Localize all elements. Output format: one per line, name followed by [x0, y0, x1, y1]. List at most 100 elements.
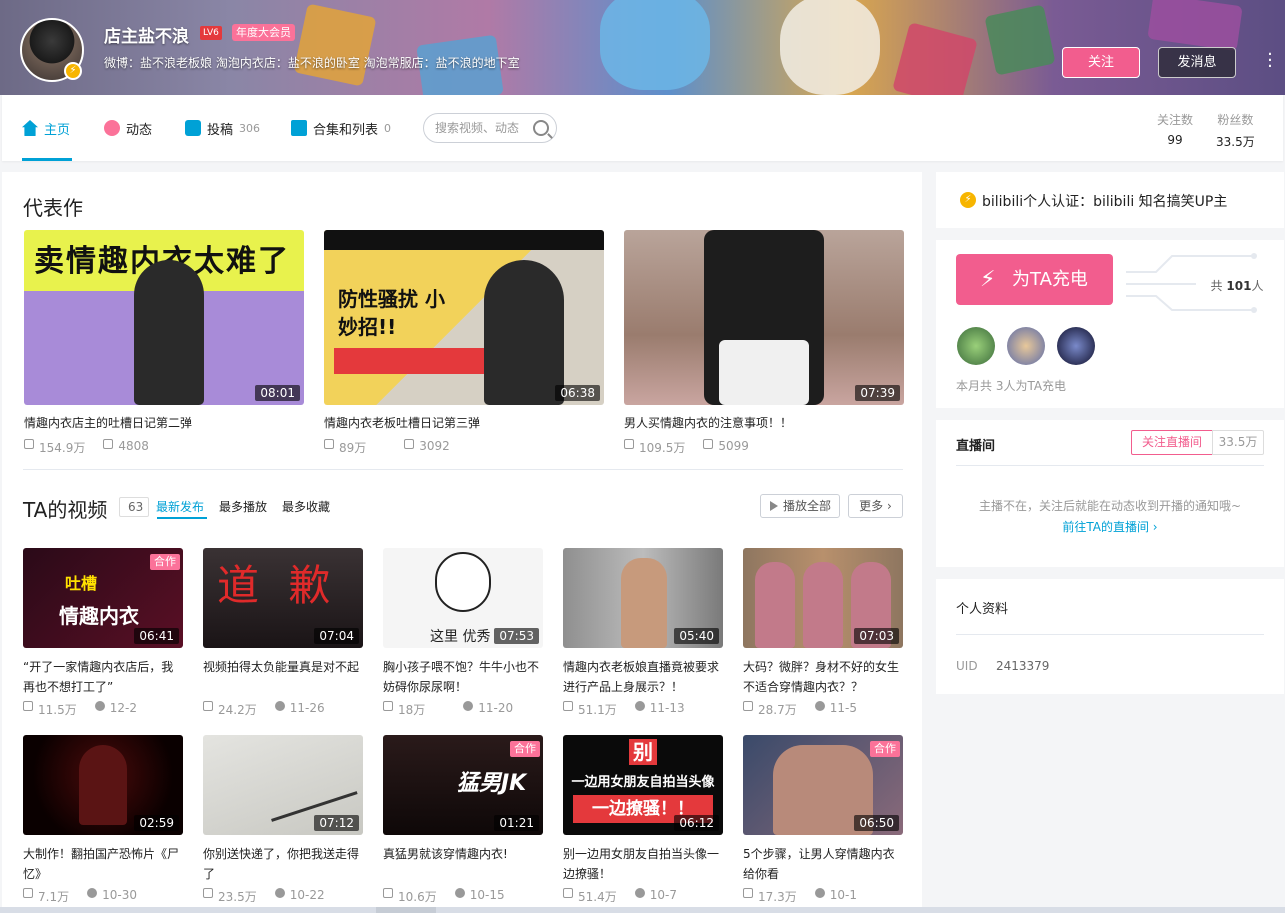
- video-thumbnail[interactable]: 猛男JK 合作 01:21: [383, 735, 543, 835]
- video-title[interactable]: 5个步骤，让男人穿情趣内衣给你看: [743, 844, 903, 884]
- video-meta: 24.2万 11-26: [203, 701, 363, 718]
- tab-dynamic[interactable]: 动态: [104, 95, 152, 161]
- certification-text: bilibili个人认证：bilibili 知名搞笑UP主: [982, 194, 1228, 210]
- tab-latest[interactable]: 最新发布: [156, 498, 204, 515]
- video-title[interactable]: 别一边用女朋友自拍当头像一边撩骚！: [563, 844, 723, 884]
- scrollbar-thumb[interactable]: [376, 907, 436, 913]
- goto-live-link[interactable]: 前往TA的直播间 ›: [936, 518, 1284, 535]
- video-thumbnail[interactable]: 07:03: [743, 548, 903, 648]
- play-count: 10.6万: [398, 890, 437, 904]
- play-count: 18万: [398, 703, 426, 717]
- video-thumbnail[interactable]: 02:59: [23, 735, 183, 835]
- vip-badge: 年度大会员: [232, 24, 295, 41]
- video-thumbnail[interactable]: 07:39: [624, 230, 904, 405]
- charge-card: ⚡ 为TA充电 共 101人 本月共 3人为TA充电: [936, 240, 1284, 408]
- representative-item[interactable]: 防性骚扰 小妙招!! 06:38 情趣内衣老板吐槽日记第三弹 89万 3092: [324, 230, 604, 456]
- video-thumbnail[interactable]: 情趣内衣 吐槽 合作 06:41: [23, 548, 183, 648]
- video-meta: 11.5万 12-2: [23, 701, 183, 718]
- video-title[interactable]: 大码？微胖？身材不好的女生不适合穿情趣内衣？？: [743, 657, 903, 697]
- dynamic-icon: [104, 120, 120, 136]
- video-thumbnail[interactable]: 卖情趣内衣太难了 08:01: [24, 230, 304, 405]
- search-input[interactable]: 搜索视频、动态: [423, 113, 557, 143]
- tab-most-favorited[interactable]: 最多收藏: [282, 498, 330, 515]
- lightning-icon: ⚡: [64, 62, 82, 80]
- video-card[interactable]: 这里 优秀 07:53 胸小孩子喂不饱？牛牛小也不妨碍你尿尿啊！ 18万 11-…: [383, 548, 543, 718]
- fans-stat[interactable]: 粉丝数 33.5万: [1216, 111, 1255, 150]
- video-duration: 06:41: [134, 628, 179, 644]
- videos-title: TA的视频: [23, 498, 108, 522]
- play-all-button[interactable]: 播放全部: [760, 494, 840, 518]
- video-title[interactable]: 大制作！翻拍国产恐怖片《尸忆》: [23, 844, 183, 884]
- video-title[interactable]: 情趣内衣店主的吐槽日记第二弹: [24, 414, 304, 431]
- date-icon: [634, 701, 645, 711]
- charge-button-label: 为TA充电: [1012, 269, 1088, 290]
- video-thumbnail[interactable]: 道 歉 07:04: [203, 548, 363, 648]
- tab-most-played[interactable]: 最多播放: [219, 498, 267, 515]
- horizontal-scrollbar[interactable]: [0, 907, 1285, 913]
- representative-item[interactable]: 卖情趣内衣太难了 08:01 情趣内衣店主的吐槽日记第二弹 154.9万 480…: [24, 230, 304, 456]
- cover-red-strip: [334, 348, 484, 374]
- representative-item[interactable]: 07:39 男人买情趣内衣的注意事项！！ 109.5万 5099: [624, 230, 904, 456]
- video-title[interactable]: 男人买情趣内衣的注意事项！！: [624, 414, 904, 431]
- section-divider: [23, 469, 903, 470]
- video-title[interactable]: 视频拍得太负能量真是对不起: [203, 657, 363, 697]
- video-card[interactable]: 情趣内衣 吐槽 合作 06:41 “开了一家情趣内衣店后，我再也不想打工了” 1…: [23, 548, 183, 718]
- cover-text: 情趣内衣: [59, 604, 139, 628]
- danmaku-icon: [703, 439, 714, 449]
- video-title[interactable]: 胸小孩子喂不饱？牛牛小也不妨碍你尿尿啊！: [383, 657, 543, 697]
- video-card[interactable]: 别 一边用女朋友自拍当头像 一边撩骚！！ 06:12 别一边用女朋友自拍当头像一…: [563, 735, 723, 905]
- danmaku-count: 4808: [118, 439, 149, 453]
- tab-collections[interactable]: 合集和列表 0: [291, 95, 391, 161]
- posts-count: 306: [239, 121, 261, 135]
- video-card[interactable]: 07:03 大码？微胖？身材不好的女生不适合穿情趣内衣？？ 28.7万 11-5: [743, 548, 903, 718]
- collections-count: 0: [384, 121, 392, 135]
- avatar[interactable]: [1057, 327, 1095, 365]
- video-card[interactable]: 猛男JK 合作 01:21 真猛男就该穿情趣内衣! 10.6万 10-15: [383, 735, 543, 905]
- video-thumbnail[interactable]: 这里 优秀 07:53: [383, 548, 543, 648]
- follow-button[interactable]: 关注: [1062, 47, 1140, 78]
- video-meta: 7.1万 10-30: [23, 888, 183, 905]
- date-icon: [814, 888, 825, 898]
- video-duration: 06:12: [674, 815, 719, 831]
- video-thumbnail[interactable]: 防性骚扰 小妙招!! 06:38: [324, 230, 604, 405]
- play-count-icon: [23, 701, 33, 711]
- publish-date: 12-2: [109, 701, 137, 715]
- video-thumbnail[interactable]: 07:12: [203, 735, 363, 835]
- video-card[interactable]: 合作 06:50 5个步骤，让男人穿情趣内衣给你看 17.3万 10-1: [743, 735, 903, 905]
- publish-date: 10-22: [289, 888, 325, 902]
- video-title[interactable]: 情趣内衣老板娘直播竟被要求进行产品上身展示？！: [563, 657, 723, 697]
- live-fans-count: 33.5万: [1212, 430, 1264, 455]
- avatar[interactable]: [957, 327, 995, 365]
- video-title[interactable]: 情趣内衣老板吐槽日记第三弹: [324, 414, 604, 431]
- video-meta: 10.6万 10-15: [383, 888, 543, 905]
- posts-icon: [185, 120, 201, 136]
- video-title[interactable]: 真猛男就该穿情趣内衣!: [383, 844, 543, 884]
- video-card[interactable]: 道 歉 07:04 视频拍得太负能量真是对不起 24.2万 11-26: [203, 548, 363, 718]
- level-badge: LV6: [200, 26, 222, 40]
- tab-home[interactable]: 主页: [22, 95, 70, 161]
- following-stat[interactable]: 关注数 99: [1157, 111, 1193, 147]
- video-card[interactable]: 07:12 你别送快递了，你把我送走得了 23.5万 10-22: [203, 735, 363, 905]
- video-title[interactable]: “开了一家情趣内衣店后，我再也不想打工了”: [23, 657, 183, 697]
- fans-count: 33.5万: [1216, 135, 1255, 149]
- banner-gift-decoration: [984, 4, 1056, 76]
- charge-button[interactable]: ⚡ 为TA充电: [956, 254, 1113, 305]
- more-options-icon[interactable]: · · ·: [1265, 46, 1275, 76]
- follow-live-button[interactable]: 关注直播间: [1131, 430, 1213, 455]
- tab-collections-label: 合集和列表: [313, 122, 379, 138]
- search-icon[interactable]: [533, 120, 549, 136]
- video-thumbnail[interactable]: 别 一边用女朋友自拍当头像 一边撩骚！！ 06:12: [563, 735, 723, 835]
- cover-text: 这里 优秀: [430, 629, 491, 645]
- play-count-icon: [383, 888, 393, 898]
- video-title[interactable]: 你别送快递了，你把我送走得了: [203, 844, 363, 884]
- danmaku-count: 5099: [718, 439, 749, 453]
- message-button[interactable]: 发消息: [1158, 47, 1236, 78]
- video-card[interactable]: 05:40 情趣内衣老板娘直播竟被要求进行产品上身展示？！ 51.1万 11-1…: [563, 548, 723, 718]
- play-count: 17.3万: [758, 890, 797, 904]
- video-card[interactable]: 02:59 大制作！翻拍国产恐怖片《尸忆》 7.1万 10-30: [23, 735, 183, 905]
- more-button[interactable]: 更多 ›: [848, 494, 903, 518]
- video-thumbnail[interactable]: 合作 06:50: [743, 735, 903, 835]
- avatar[interactable]: [1007, 327, 1045, 365]
- tab-posts[interactable]: 投稿 306: [185, 95, 260, 161]
- video-thumbnail[interactable]: 05:40: [563, 548, 723, 648]
